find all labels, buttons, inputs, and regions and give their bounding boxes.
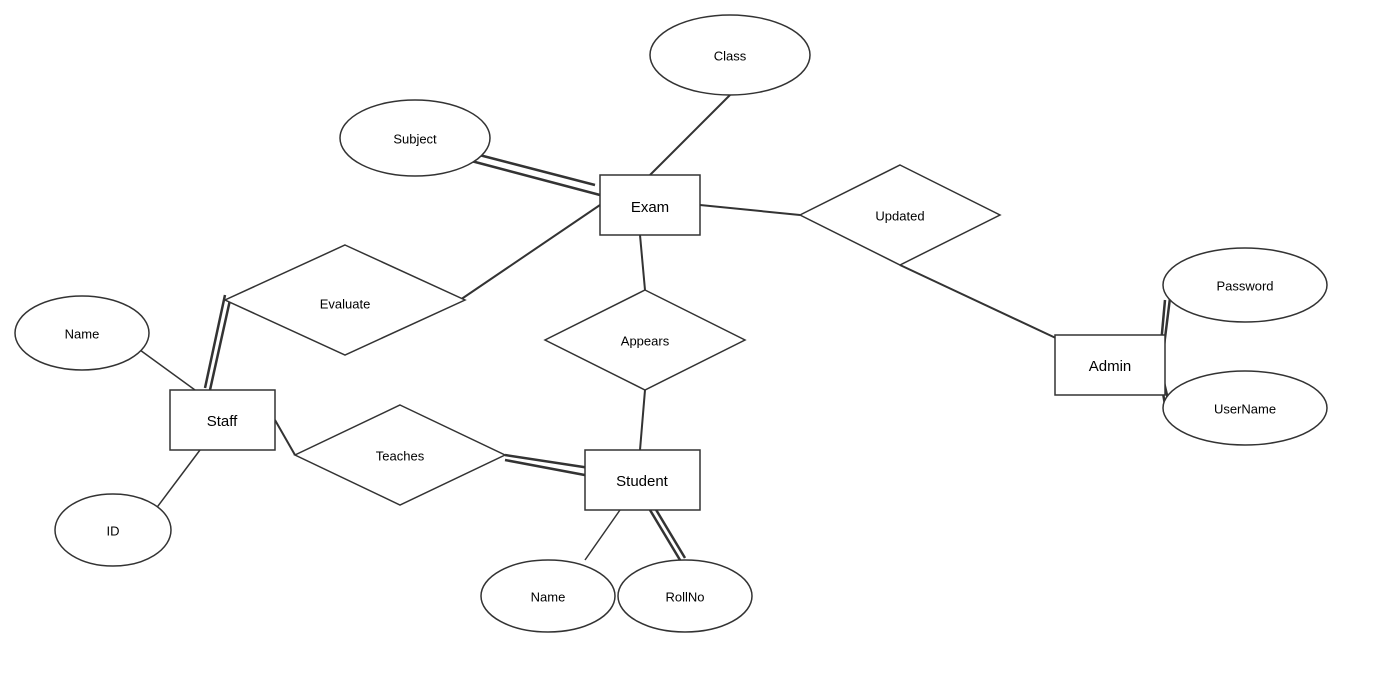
admin-password-label: Password	[1216, 278, 1273, 293]
evaluate-label: Evaluate	[320, 296, 371, 311]
teaches-label: Teaches	[376, 448, 425, 463]
exam-label: Exam	[631, 199, 669, 216]
subject-label: Subject	[393, 131, 437, 146]
admin-label: Admin	[1089, 358, 1132, 375]
staff-label: Staff	[207, 413, 238, 430]
student-rollno-label: RollNo	[665, 589, 704, 604]
class-label: Class	[714, 48, 747, 63]
staff-id-label: ID	[107, 523, 120, 538]
student-name-label: Name	[531, 589, 566, 604]
staff-name-label: Name	[65, 326, 100, 341]
student-label: Student	[616, 473, 669, 490]
er-diagram: Evaluate Appears Updated Teaches Exam St…	[0, 0, 1392, 668]
appears-label: Appears	[621, 333, 670, 348]
updated-label: Updated	[875, 208, 924, 223]
admin-username-label: UserName	[1214, 401, 1276, 416]
